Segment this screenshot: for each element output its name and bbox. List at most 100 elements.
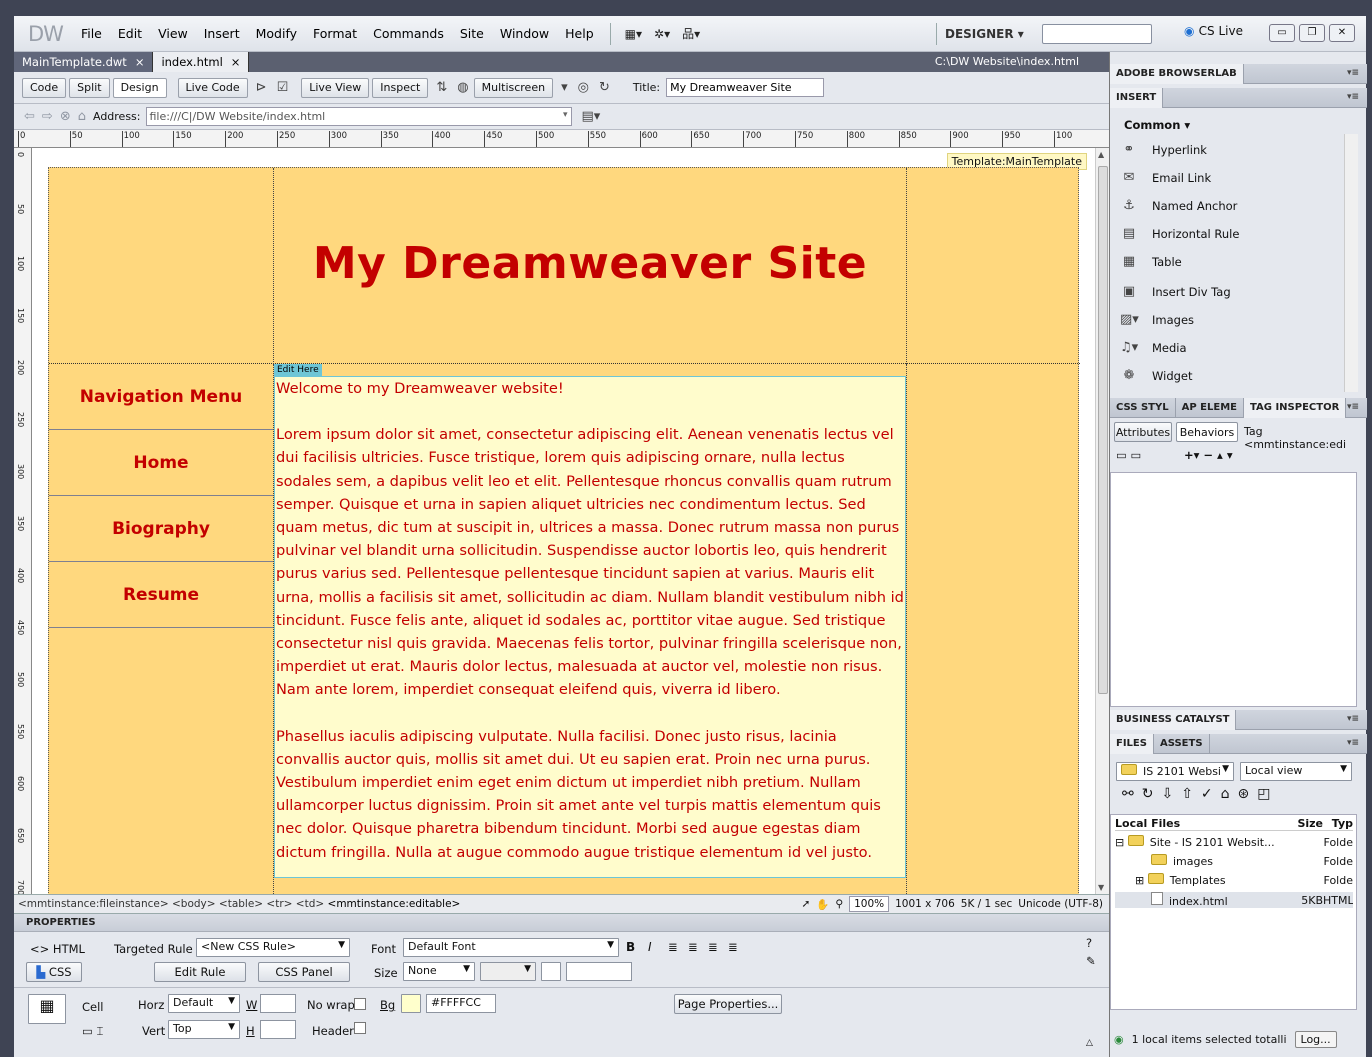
cs-live-button[interactable]: ◉ CS Live: [1184, 24, 1243, 38]
panel-menu-icon[interactable]: ▾≡: [1347, 738, 1359, 748]
nav-link-resume[interactable]: Resume: [49, 562, 273, 628]
nav-link-home[interactable]: Home: [49, 430, 273, 496]
inspect-button[interactable]: Inspect: [372, 77, 429, 98]
multiscreen-dropdown-icon[interactable]: ▾: [561, 80, 568, 95]
site-title[interactable]: My Dreamweaver Site: [274, 238, 906, 289]
tag-selector[interactable]: <mmtinstance:fileinstance> <body> <table…: [18, 898, 460, 910]
insert-table[interactable]: ▦ Table: [1120, 254, 1182, 270]
nowrap-checkbox[interactable]: [354, 998, 366, 1010]
design-view-button[interactable]: Design: [112, 77, 167, 98]
behaviors-list[interactable]: [1110, 472, 1357, 707]
insert-hyperlink[interactable]: ⚭ Hyperlink: [1120, 142, 1207, 158]
col-size[interactable]: Size: [1289, 817, 1323, 830]
behaviors-tab[interactable]: Behaviors: [1176, 422, 1238, 442]
panel-menu-icon[interactable]: ▾≡: [1347, 402, 1359, 412]
design-canvas[interactable]: Template:MainTemplate My Dreamweaver Sit…: [32, 148, 1095, 894]
refresh-icon[interactable]: ↻: [599, 80, 610, 95]
file-row[interactable]: images Folde: [1115, 854, 1353, 868]
width-input[interactable]: [260, 994, 296, 1013]
editable-region-tab[interactable]: Edit Here: [274, 364, 322, 376]
collapse-icon[interactable]: △: [1086, 1038, 1093, 1048]
zoom-tool-icon[interactable]: ⚲: [835, 898, 843, 910]
zoom-select[interactable]: 100%: [849, 896, 890, 912]
align-left-icon[interactable]: ≣: [668, 940, 678, 954]
add-behavior-icon[interactable]: +▾ − ▴ ▾: [1184, 448, 1233, 462]
banner-left-cell[interactable]: [49, 168, 274, 364]
home-icon[interactable]: ⌂: [78, 109, 86, 124]
preview-browser-icon[interactable]: ◍: [457, 80, 468, 95]
insert-category-select[interactable]: Common ▾: [1124, 118, 1190, 132]
text-color-input[interactable]: [566, 962, 632, 981]
insert-horizontal-rule[interactable]: ▤ Horizontal Rule: [1120, 226, 1240, 242]
workspace-dropdown[interactable]: DESIGNER ▾: [945, 27, 1024, 41]
quick-tag-icon[interactable]: ✎: [1086, 954, 1096, 968]
horz-select[interactable]: Default ▼: [168, 994, 240, 1013]
menu-edit[interactable]: Edit: [118, 26, 142, 41]
file-row[interactable]: ⊟ Site - IS 2101 Websit... Folde: [1115, 835, 1353, 849]
close-tab-icon[interactable]: ×: [135, 55, 145, 69]
css-mode-button[interactable]: ▙ CSS: [26, 962, 82, 982]
menu-view[interactable]: View: [158, 26, 188, 41]
browserlab-header[interactable]: ADOBE BROWSERLAB ▾≡: [1110, 63, 1367, 84]
css-panel-button[interactable]: CSS Panel: [258, 962, 350, 982]
align-right-icon[interactable]: ≣: [708, 940, 718, 954]
layout-icon[interactable]: ▦▾: [625, 27, 642, 41]
live-code-button[interactable]: Live Code: [177, 77, 248, 98]
window-size[interactable]: 1001 x 706: [895, 898, 955, 910]
edit-rule-button[interactable]: Edit Rule: [154, 962, 246, 982]
bold-button[interactable]: B: [626, 940, 635, 954]
forward-icon[interactable]: ⇨: [42, 109, 53, 124]
site-icon[interactable]: 品▾: [682, 25, 700, 42]
size-select[interactable]: None ▼: [403, 962, 475, 981]
tab-index[interactable]: index.html ×: [153, 52, 250, 72]
insert-scrollbar[interactable]: [1344, 134, 1358, 392]
align-center-icon[interactable]: ≣: [688, 940, 698, 954]
log-button[interactable]: Log...: [1294, 1030, 1337, 1048]
properties-header[interactable]: PROPERTIES: [14, 914, 1109, 932]
visual-aids-icon[interactable]: ◎: [578, 80, 589, 95]
col-local-files[interactable]: Local Files: [1115, 817, 1289, 830]
size-unit-select[interactable]: ▼: [480, 962, 536, 981]
address-input[interactable]: file:///C|/DW Website/index.html ▾: [145, 107, 572, 126]
canvas-scrollbar[interactable]: ▲ ▼: [1095, 148, 1109, 894]
menu-insert[interactable]: Insert: [204, 26, 240, 41]
help-search-input[interactable]: [1041, 24, 1152, 44]
editable-region[interactable]: Welcome to my Dreamweaver website! Lorem…: [274, 376, 906, 878]
insert-div-tag[interactable]: ▣ Insert Div Tag: [1120, 284, 1231, 300]
merge-cells-icon[interactable]: ▭ ⌶: [82, 1024, 103, 1039]
files-tree[interactable]: Local Files Size Typ ⊟ Site - IS 2101 Webs…: [1110, 814, 1357, 1010]
menu-site[interactable]: Site: [460, 26, 484, 41]
nav-link-biography[interactable]: Biography: [49, 496, 273, 562]
scroll-thumb[interactable]: [1098, 166, 1108, 694]
col-type[interactable]: Typ: [1323, 817, 1353, 830]
tab-maintemplate[interactable]: MainTemplate.dwt ×: [14, 52, 154, 72]
current-tag[interactable]: <mmtinstance:editable>: [328, 898, 461, 910]
menu-commands[interactable]: Commands: [373, 26, 444, 41]
page-properties-button[interactable]: Page Properties...: [674, 994, 782, 1014]
tab-files[interactable]: FILES: [1110, 733, 1154, 754]
menu-help[interactable]: Help: [565, 26, 594, 41]
browser-compat-icon[interactable]: ⊳: [256, 80, 267, 95]
insert-named-anchor[interactable]: ⚓ Named Anchor: [1120, 198, 1237, 214]
targeted-rule-select[interactable]: <New CSS Rule> ▼: [196, 938, 350, 957]
header-checkbox[interactable]: [354, 1022, 366, 1034]
insert-header[interactable]: INSERT ▾≡: [1110, 87, 1367, 108]
panel-menu-icon[interactable]: ▾≡: [1347, 714, 1359, 724]
height-input[interactable]: [260, 1020, 296, 1039]
collapse-icon[interactable]: ⊟: [1115, 836, 1128, 849]
html-mode-button[interactable]: <> HTML: [30, 942, 85, 956]
select-tool-icon[interactable]: ➚: [801, 898, 810, 910]
tab-assets[interactable]: ASSETS: [1154, 733, 1210, 754]
italic-button[interactable]: I: [648, 940, 652, 954]
panel-menu-icon[interactable]: ▾≡: [1347, 68, 1359, 78]
close-window-button[interactable]: ✕: [1329, 24, 1355, 42]
help-icon[interactable]: ?: [1086, 936, 1092, 950]
expand-icon[interactable]: ⊞: [1135, 874, 1148, 887]
business-catalyst-tab[interactable]: BUSINESS CATALYST: [1110, 709, 1237, 730]
tag-path[interactable]: <mmtinstance:fileinstance> <body> <table…: [18, 898, 324, 910]
back-icon[interactable]: ⇦: [24, 109, 35, 124]
validate-icon[interactable]: ☑: [277, 80, 289, 95]
insert-media[interactable]: ♫▾ Media: [1120, 340, 1187, 356]
font-select[interactable]: Default Font ▼: [403, 938, 619, 957]
justify-icon[interactable]: ≣: [728, 940, 738, 954]
